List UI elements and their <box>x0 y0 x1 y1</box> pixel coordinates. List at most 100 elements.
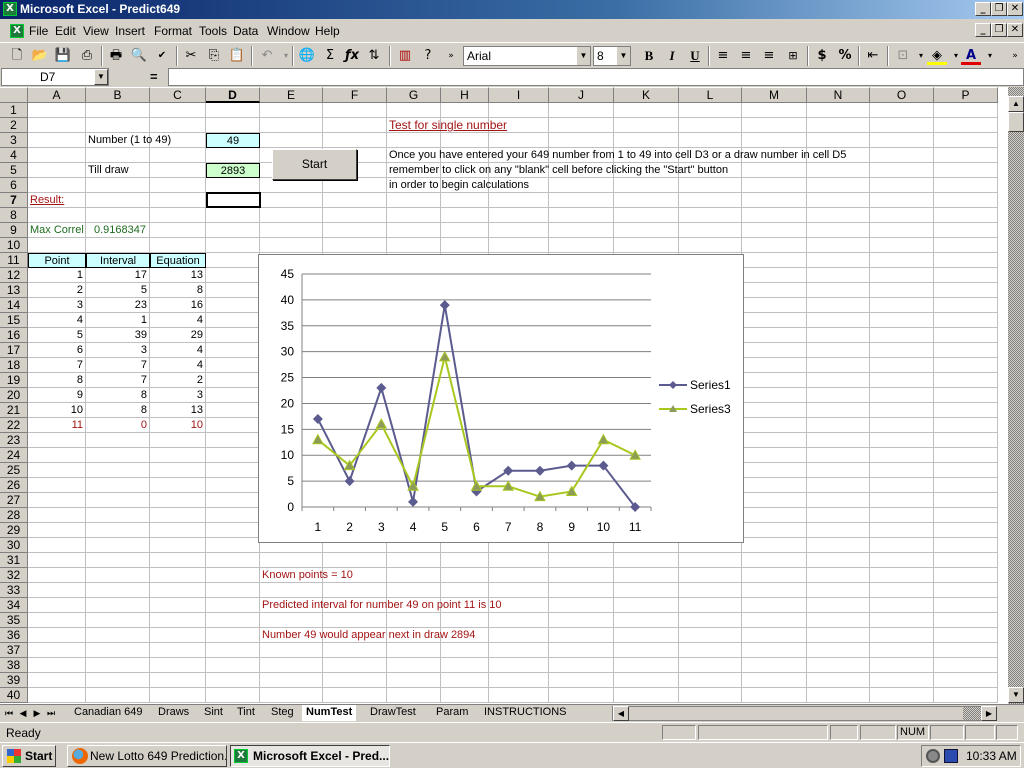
close-button[interactable]: ✕ <box>1007 2 1023 16</box>
formula-input[interactable] <box>168 68 1024 86</box>
network-icon[interactable] <box>944 749 958 763</box>
chart-wizard-icon[interactable]: ▥ <box>395 47 415 65</box>
active-cell-d7[interactable] <box>206 192 261 208</box>
column-header-c[interactable]: C <box>150 87 206 103</box>
sheet-tab-numtest[interactable]: NumTest <box>302 705 357 721</box>
row-header-31[interactable]: 31 <box>0 553 28 568</box>
workbook-minimize-button[interactable]: _ <box>975 23 991 37</box>
column-header-h[interactable]: H <box>441 87 489 103</box>
row-header-30[interactable]: 30 <box>0 538 28 553</box>
taskbar-item-browser[interactable]: New Lotto 649 Prediction... <box>67 745 227 767</box>
table-cell[interactable]: 1 <box>86 313 149 328</box>
spelling-icon[interactable]: ✔ <box>152 47 172 65</box>
table-cell[interactable]: 5 <box>86 283 149 298</box>
last-sheet-button[interactable]: ⏭ <box>45 706 57 720</box>
select-all-corner[interactable] <box>0 87 28 103</box>
table-cell[interactable]: 29 <box>150 328 205 343</box>
row-header-2[interactable]: 2 <box>0 118 28 133</box>
font-color-icon[interactable]: A <box>961 47 981 65</box>
undo-icon[interactable]: ↶ <box>257 47 277 65</box>
table-cell[interactable]: 4 <box>28 313 85 328</box>
table-cell[interactable]: 39 <box>86 328 149 343</box>
underline-button[interactable]: U <box>685 47 705 65</box>
draw-input-cell[interactable]: 2893 <box>206 163 260 178</box>
sheet-tab-param[interactable]: Param <box>432 705 472 721</box>
table-cell[interactable]: 0 <box>86 418 149 433</box>
row-header-12[interactable]: 12 <box>0 268 28 283</box>
workbook-close-button[interactable]: ✕ <box>1007 23 1023 37</box>
more-buttons-icon[interactable]: » <box>1005 47 1024 65</box>
permission-icon[interactable]: ⎙ <box>77 47 97 65</box>
print-preview-icon[interactable]: 🔍 <box>129 47 149 65</box>
table-cell[interactable]: 4 <box>150 358 205 373</box>
chevron-down-icon[interactable]: ▼ <box>616 47 630 65</box>
sort-ascending-icon[interactable]: ⇅ <box>364 47 384 65</box>
row-header-29[interactable]: 29 <box>0 523 28 538</box>
name-box[interactable]: D7 ▼ <box>1 68 109 86</box>
row-header-37[interactable]: 37 <box>0 643 28 658</box>
bold-button[interactable]: B <box>639 47 659 65</box>
table-cell[interactable]: 6 <box>28 343 85 358</box>
row-header-21[interactable]: 21 <box>0 403 28 418</box>
table-cell[interactable]: 11 <box>28 418 85 433</box>
column-header-n[interactable]: N <box>807 87 870 103</box>
row-header-32[interactable]: 32 <box>0 568 28 583</box>
row-header-15[interactable]: 15 <box>0 313 28 328</box>
start-menu-button[interactable]: Start <box>2 745 56 767</box>
row-header-27[interactable]: 27 <box>0 493 28 508</box>
menu-view[interactable]: View <box>83 24 109 38</box>
fill-color-icon[interactable]: ◈ <box>927 47 947 65</box>
table-cell[interactable]: 9 <box>28 388 85 403</box>
column-header-b[interactable]: B <box>86 87 150 103</box>
table-cell[interactable]: 7 <box>28 358 85 373</box>
open-icon[interactable]: 📂 <box>30 47 50 65</box>
italic-button[interactable]: I <box>662 47 682 65</box>
menu-data[interactable]: Data <box>233 24 258 38</box>
volume-icon[interactable] <box>926 749 940 763</box>
table-cell[interactable]: 2 <box>150 373 205 388</box>
row-header-40[interactable]: 40 <box>0 688 28 703</box>
column-header-e[interactable]: E <box>260 87 323 103</box>
currency-button[interactable]: $ <box>812 47 832 65</box>
row-header-33[interactable]: 33 <box>0 583 28 598</box>
excel-app-icon[interactable]: X <box>3 2 17 16</box>
vertical-scrollbar[interactable]: ▲ ▼ <box>1008 87 1024 704</box>
table-cell[interactable]: 5 <box>28 328 85 343</box>
menu-edit[interactable]: Edit <box>55 24 76 38</box>
save-icon[interactable]: 💾 <box>53 47 73 65</box>
table-cell[interactable]: 8 <box>86 403 149 418</box>
sheet-tab-canadian-649[interactable]: Canadian 649 <box>70 705 147 721</box>
sheet-tab-draws[interactable]: Draws <box>154 705 193 721</box>
row-header-1[interactable]: 1 <box>0 103 28 118</box>
print-icon[interactable]: 🖶 <box>106 47 126 65</box>
row-header-8[interactable]: 8 <box>0 208 28 223</box>
row-header-17[interactable]: 17 <box>0 343 28 358</box>
start-calculation-button[interactable]: Start <box>272 149 357 180</box>
workbook-icon[interactable]: X <box>10 24 24 38</box>
merge-center-icon[interactable]: ⊞ <box>783 47 803 65</box>
minimize-button[interactable]: _ <box>975 2 991 16</box>
table-cell[interactable]: 3 <box>28 298 85 313</box>
table-cell[interactable]: 16 <box>150 298 205 313</box>
sheet-tab-steg[interactable]: Steg <box>267 705 298 721</box>
row-header-9[interactable]: 9 <box>0 223 28 238</box>
table-cell[interactable]: 10 <box>28 403 85 418</box>
table-cell[interactable]: 3 <box>150 388 205 403</box>
column-header-a[interactable]: A <box>28 87 86 103</box>
edit-formula-button[interactable]: = <box>150 69 158 84</box>
table-cell[interactable]: 13 <box>150 403 205 418</box>
row-header-5[interactable]: 5 <box>0 163 28 178</box>
table-cell[interactable]: 7 <box>86 358 149 373</box>
align-right-icon[interactable]: ≡ <box>759 47 779 65</box>
row-header-35[interactable]: 35 <box>0 613 28 628</box>
menu-format[interactable]: Format <box>154 24 192 38</box>
table-cell[interactable]: 8 <box>28 373 85 388</box>
row-header-22[interactable]: 22 <box>0 418 28 433</box>
align-center-icon[interactable]: ≡ <box>736 47 756 65</box>
column-header-j[interactable]: J <box>549 87 614 103</box>
sheet-tab-tint[interactable]: Tint <box>233 705 259 721</box>
column-header-f[interactable]: F <box>323 87 387 103</box>
new-icon[interactable]: 🗋 <box>7 47 27 65</box>
row-header-23[interactable]: 23 <box>0 433 28 448</box>
column-header-l[interactable]: L <box>679 87 742 103</box>
